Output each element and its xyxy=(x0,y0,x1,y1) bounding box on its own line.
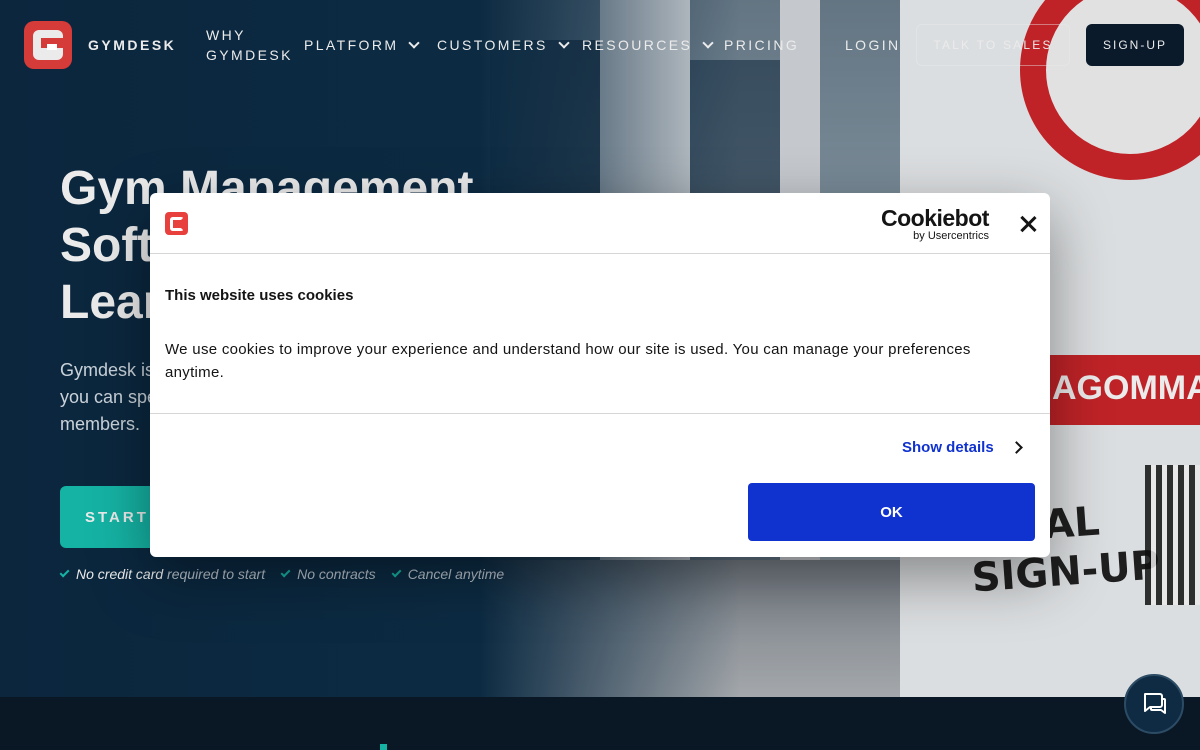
chevron-right-icon xyxy=(1009,441,1023,454)
chat-button[interactable] xyxy=(1124,674,1184,734)
cookie-consent-dialog: Cookiebot by Usercentrics This website u… xyxy=(150,193,1050,557)
show-details-link[interactable]: Show details xyxy=(902,439,1023,456)
cookiebot-by: by Usercentrics xyxy=(913,230,989,242)
close-icon[interactable] xyxy=(1018,214,1038,234)
cookiebot-logo[interactable]: Cookiebot by Usercentrics xyxy=(881,207,989,242)
ok-button[interactable]: OK xyxy=(748,483,1035,541)
chat-bubble-icon xyxy=(1144,693,1166,714)
divider xyxy=(150,413,1050,414)
dialog-header: Cookiebot by Usercentrics xyxy=(150,193,1050,254)
dialog-body: We use cookies to improve your experienc… xyxy=(165,341,971,381)
gymdesk-logo-icon xyxy=(165,212,188,235)
show-details-label: Show details xyxy=(902,439,994,456)
dialog-title: This website uses cookies xyxy=(165,287,354,304)
cookiebot-name: Cookiebot xyxy=(881,205,989,231)
